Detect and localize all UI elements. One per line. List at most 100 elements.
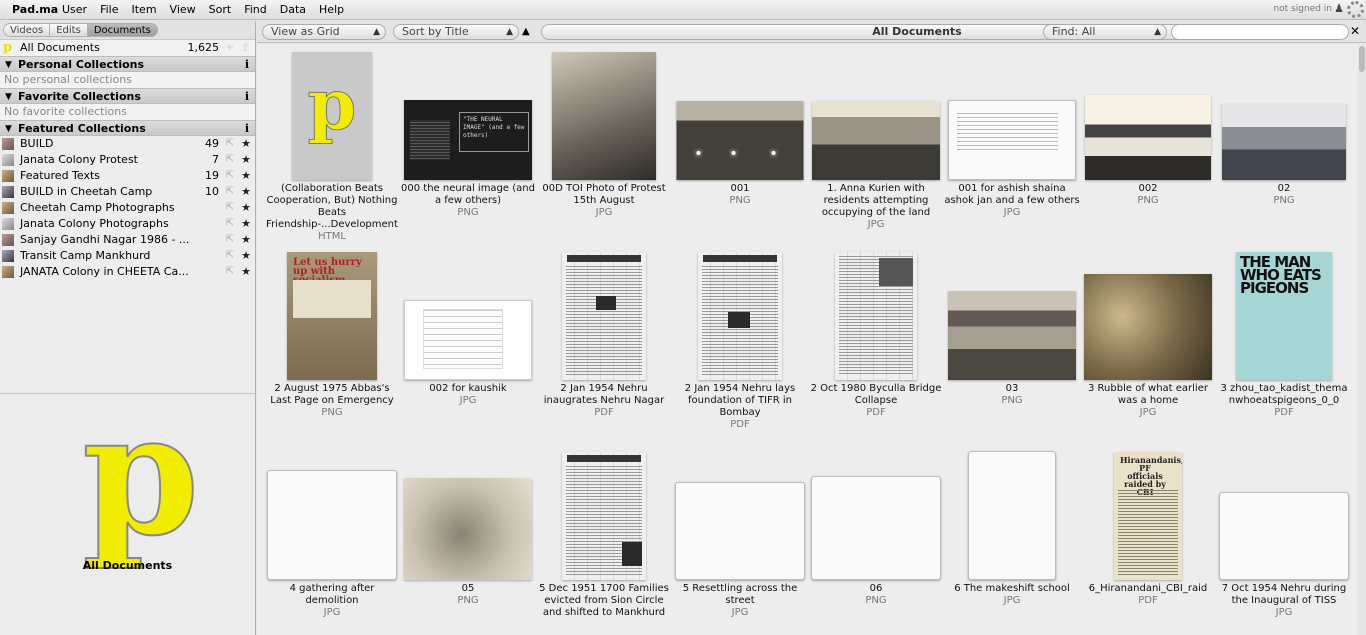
all-documents-row[interactable]: p All Documents 1,625 + ⇧ bbox=[0, 40, 255, 56]
star-icon[interactable]: ★ bbox=[241, 216, 251, 232]
collapse-triangle-icon[interactable]: ▼ bbox=[5, 89, 12, 105]
document-item[interactable]: 6 The makeshift school JPG bbox=[944, 444, 1080, 635]
document-item[interactable]: 4 gathering after demolition JPG bbox=[264, 444, 400, 635]
document-item[interactable]: "THE NEURAL IMAGE" (and a few others) 00… bbox=[400, 44, 536, 244]
menu-sort[interactable]: Sort bbox=[209, 3, 232, 16]
document-type: JPG bbox=[1275, 607, 1293, 618]
star-icon[interactable]: ★ bbox=[241, 152, 251, 168]
pin-icon[interactable]: ⇱ bbox=[226, 168, 234, 184]
document-item[interactable]: Hiranandanis, PF officials raided by CBI… bbox=[1080, 444, 1216, 635]
document-caption: 2 August 1975 Abbas's Last Page on Emerg… bbox=[264, 383, 400, 419]
document-item[interactable]: 2 Jan 1954 Nehru lays foundation of TIFR… bbox=[672, 244, 808, 444]
document-item[interactable]: THE MAN WHO EATS PIGEONS 3 zhou_tao_kadi… bbox=[1216, 244, 1352, 444]
collection-row[interactable]: Sanjay Gandhi Nagar 1986 - ... ⇱ ★ bbox=[0, 232, 255, 248]
document-title: 2 Oct 1980 Byculla Bridge Collapse bbox=[810, 383, 942, 406]
pin-icon[interactable]: ⇱ bbox=[226, 200, 234, 216]
document-item[interactable]: 1. Anna Kurien with residents attempting… bbox=[808, 44, 944, 244]
collection-row[interactable]: Janata Colony Photographs ⇱ ★ bbox=[0, 216, 255, 232]
upload-icon[interactable]: ⇧ bbox=[241, 40, 250, 56]
document-item[interactable]: 002 PNG bbox=[1080, 44, 1216, 244]
view-select[interactable]: View as Grid ▲ bbox=[262, 24, 386, 40]
view-select-value: View as Grid bbox=[271, 25, 340, 38]
info-icon[interactable]: i bbox=[245, 57, 249, 73]
menu-find[interactable]: Find bbox=[244, 3, 267, 16]
document-item[interactable]: 05 PNG bbox=[400, 444, 536, 635]
collapse-triangle-icon[interactable]: ▼ bbox=[5, 121, 12, 137]
collection-row[interactable]: JANATA Colony in CHEETA Ca... ⇱ ★ bbox=[0, 264, 255, 280]
collection-row[interactable]: BUILD in Cheetah Camp 10 ⇱ ★ bbox=[0, 184, 255, 200]
tab-edits[interactable]: Edits bbox=[49, 23, 87, 37]
document-item[interactable]: 06 PNG bbox=[808, 444, 944, 635]
document-item[interactable]: 2 Oct 1980 Byculla Bridge Collapse PDF bbox=[808, 244, 944, 444]
star-icon[interactable]: ★ bbox=[241, 232, 251, 248]
pin-icon[interactable]: ⇱ bbox=[226, 184, 234, 200]
star-icon[interactable]: ★ bbox=[241, 184, 251, 200]
document-item[interactable]: 001 for ashish shaina ashok jan and a fe… bbox=[944, 44, 1080, 244]
collection-row[interactable]: Transit Camp Mankhurd ⇱ ★ bbox=[0, 248, 255, 264]
collection-row[interactable]: Featured Texts 19 ⇱ ★ bbox=[0, 168, 255, 184]
document-item[interactable]: 002 for kaushik JPG bbox=[400, 244, 536, 444]
pin-icon[interactable]: ⇱ bbox=[226, 216, 234, 232]
star-icon[interactable]: ★ bbox=[241, 136, 251, 152]
document-caption: 2 Jan 1954 Nehru lays foundation of TIFR… bbox=[672, 383, 808, 431]
pin-icon[interactable]: ⇱ bbox=[226, 264, 234, 280]
document-thumbnail bbox=[968, 451, 1056, 580]
favorite-collections-title: Favorite Collections bbox=[18, 90, 141, 103]
star-icon[interactable]: ★ bbox=[241, 200, 251, 216]
pin-icon[interactable]: ⇱ bbox=[226, 248, 234, 264]
featured-collections-header[interactable]: ▼ Featured Collections i bbox=[0, 120, 255, 136]
find-select[interactable]: Find: All ▲ bbox=[1043, 24, 1167, 40]
menu-file[interactable]: File bbox=[100, 3, 118, 16]
find-input[interactable] bbox=[1171, 24, 1349, 40]
document-item[interactable]: 03 PNG bbox=[944, 244, 1080, 444]
menu-item[interactable]: Item bbox=[132, 3, 157, 16]
document-thumbnail bbox=[562, 452, 646, 580]
pin-icon[interactable]: ⇱ bbox=[226, 232, 234, 248]
scrollbar-thumb[interactable] bbox=[1359, 46, 1365, 72]
star-icon[interactable]: ★ bbox=[241, 168, 251, 184]
collection-count: 10 bbox=[205, 185, 219, 198]
collapse-triangle-icon[interactable]: ▼ bbox=[5, 57, 12, 73]
document-item[interactable]: 00D TOI Photo of Protest 15th August JPG bbox=[536, 44, 672, 244]
favorite-collections-header[interactable]: ▼ Favorite Collections i bbox=[0, 88, 255, 104]
document-item[interactable]: p (Collaboration Beats Cooperation, But)… bbox=[264, 44, 400, 244]
menu-user[interactable]: User bbox=[62, 3, 87, 16]
grid-scrollbar[interactable] bbox=[1358, 44, 1366, 635]
tab-documents[interactable]: Documents bbox=[86, 23, 158, 37]
document-type: PNG bbox=[1001, 395, 1023, 406]
document-item[interactable]: 3 Rubble of what earlier was a home JPG bbox=[1080, 244, 1216, 444]
collection-row[interactable]: BUILD 49 ⇱ ★ bbox=[0, 136, 255, 152]
add-icon[interactable]: + bbox=[226, 40, 234, 56]
tab-videos[interactable]: Videos bbox=[3, 23, 50, 37]
document-item[interactable]: Let us hurry up with socialism 2 August … bbox=[264, 244, 400, 444]
collection-row[interactable]: Janata Colony Protest 7 ⇱ ★ bbox=[0, 152, 255, 168]
menu-view[interactable]: View bbox=[170, 3, 196, 16]
document-thumbnail bbox=[698, 252, 782, 380]
document-item[interactable]: 5 Dec 1951 1700 Families evicted from Si… bbox=[536, 444, 672, 635]
user-icon[interactable]: ♟ bbox=[1334, 2, 1344, 15]
document-thumbnail: Hiranandanis, PF officials raided by CBI bbox=[1114, 452, 1182, 580]
document-title: 02 bbox=[1277, 183, 1291, 194]
info-icon[interactable]: i bbox=[245, 89, 249, 105]
thumbnail-texture bbox=[622, 542, 642, 566]
personal-collections-header[interactable]: ▼ Personal Collections i bbox=[0, 56, 255, 72]
sort-direction-button[interactable]: ▲ bbox=[522, 24, 536, 40]
sort-select[interactable]: Sort by Title ▲ bbox=[393, 24, 519, 40]
document-item[interactable]: 001 PNG bbox=[672, 44, 808, 244]
menu-data[interactable]: Data bbox=[280, 3, 306, 16]
info-icon[interactable]: i bbox=[245, 121, 249, 137]
pin-icon[interactable]: ⇱ bbox=[226, 152, 234, 168]
menu-help[interactable]: Help bbox=[319, 3, 344, 16]
pin-icon[interactable]: ⇱ bbox=[226, 136, 234, 152]
clear-search-icon[interactable]: ✕ bbox=[1350, 24, 1360, 38]
star-icon[interactable]: ★ bbox=[241, 248, 251, 264]
document-item[interactable]: 5 Resettling across the street JPG bbox=[672, 444, 808, 635]
collection-row[interactable]: Cheetah Camp Photographs ⇱ ★ bbox=[0, 200, 255, 216]
document-item[interactable]: 2 Jan 1954 Nehru inaugrates Nehru Nagar … bbox=[536, 244, 672, 444]
app-logo[interactable]: Pad.ma bbox=[12, 3, 58, 16]
thumbnail-text: "THE NEURAL IMAGE" (and a few others) bbox=[459, 112, 529, 152]
document-item[interactable]: 7 Oct 1954 Nehru during the Inaugural of… bbox=[1216, 444, 1352, 635]
document-title: 2 Jan 1954 Nehru inaugrates Nehru Nagar bbox=[543, 383, 665, 406]
document-item[interactable]: 02 PNG bbox=[1216, 44, 1352, 244]
star-icon[interactable]: ★ bbox=[241, 264, 251, 280]
